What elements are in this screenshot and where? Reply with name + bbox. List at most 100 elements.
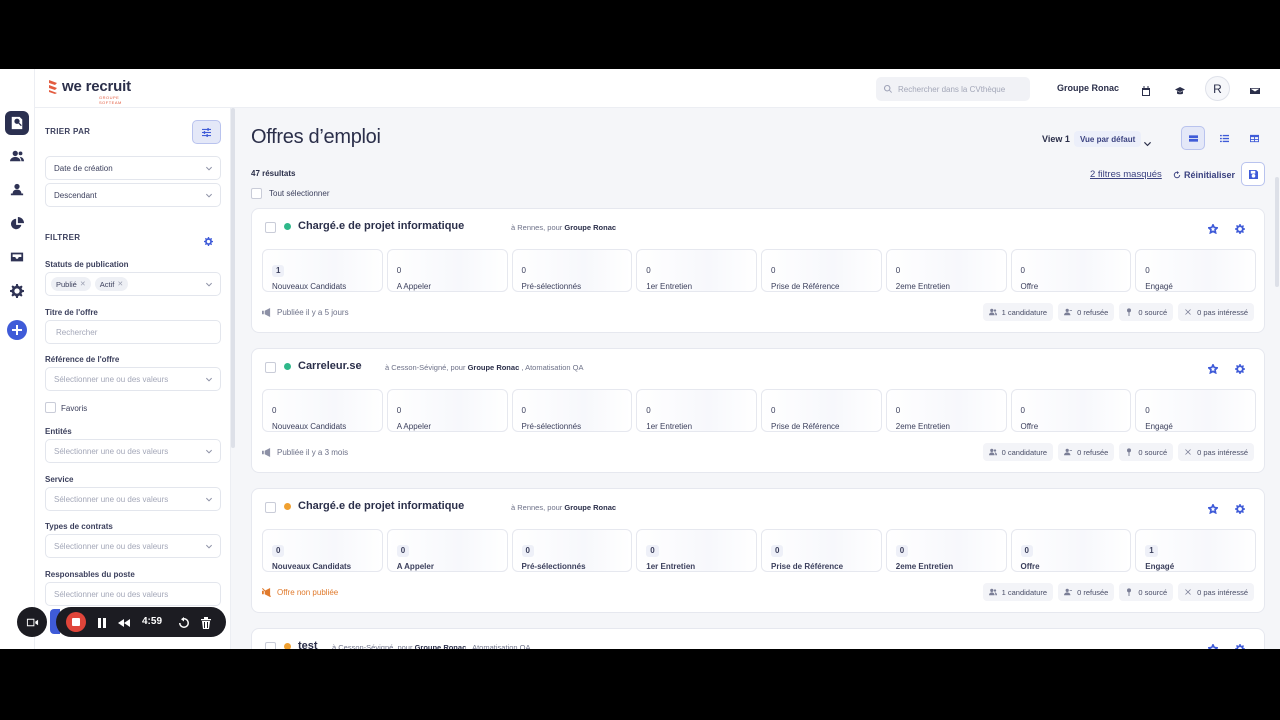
remove-tag-icon[interactable]: ✕ xyxy=(117,280,123,288)
pipeline-stage[interactable]: 1 Engagé xyxy=(1135,529,1256,572)
rail-analytics-button[interactable] xyxy=(5,212,29,236)
cv-search-input[interactable] xyxy=(898,84,1028,94)
service-select[interactable]: Sélectionner une ou des valeurs xyxy=(45,487,221,511)
managers-select[interactable]: Sélectionner une ou des valeurs xyxy=(45,582,221,606)
pipeline-stage[interactable]: 0 A Appeler xyxy=(386,389,508,432)
not-interested-stat[interactable]: 0 pas intéressé xyxy=(1178,303,1254,321)
contract-types-select[interactable]: Sélectionner une ou des valeurs xyxy=(45,534,221,558)
pause-button[interactable] xyxy=(96,616,108,628)
pipeline-stage[interactable]: 0 2eme Entretien xyxy=(885,529,1007,572)
job-card[interactable]: Chargé.e de projet informatique à Rennes,… xyxy=(251,488,1265,613)
applications-stat[interactable]: 1 candidature xyxy=(982,583,1054,601)
delete-recording-button[interactable] xyxy=(200,616,212,629)
pipeline-stage[interactable]: 0 1er Entretien xyxy=(636,249,757,292)
camera-toggle-button[interactable] xyxy=(17,607,47,637)
job-settings-button[interactable] xyxy=(1235,641,1245,649)
hidden-filters-link[interactable]: 2 filtres masqués xyxy=(1090,169,1162,180)
calendar-button[interactable] xyxy=(1141,83,1151,96)
offer-ref-select[interactable]: Sélectionner une ou des valeurs xyxy=(45,367,221,391)
pipeline-stage[interactable]: 0 Pré-sélectionnés xyxy=(511,249,633,292)
job-settings-button[interactable] xyxy=(1235,221,1245,234)
not-interested-stat[interactable]: 0 pas intéressé xyxy=(1178,583,1254,601)
sort-field-select[interactable]: Date de création xyxy=(45,156,221,180)
pipeline-stage[interactable]: 0 Offre xyxy=(1010,389,1132,432)
pipeline-stage[interactable]: 0 Offre xyxy=(1010,529,1132,572)
brand-logo[interactable]: we recruit GROUPE SOFTEAM xyxy=(47,78,131,105)
card-view-button[interactable] xyxy=(1181,126,1205,150)
job-settings-button[interactable] xyxy=(1235,501,1245,514)
rail-inbox-button[interactable] xyxy=(5,245,29,269)
favorite-button[interactable] xyxy=(1206,501,1220,515)
job-title[interactable]: Chargé.e de projet informatique xyxy=(298,220,464,232)
messages-button[interactable] xyxy=(1250,83,1260,94)
entities-select[interactable]: Sélectionner une ou des valeurs xyxy=(45,439,221,463)
job-title[interactable]: Carreleur.se xyxy=(298,360,362,372)
applications-stat[interactable]: 1 candidature xyxy=(982,303,1054,321)
select-all-checkbox[interactable] xyxy=(251,188,262,199)
job-title[interactable]: test xyxy=(298,640,318,649)
pipeline-stage[interactable]: 0 2eme Entretien xyxy=(885,249,1007,292)
refused-stat[interactable]: 0 refusée xyxy=(1058,443,1115,461)
company-switcher[interactable]: Groupe Ronac xyxy=(1057,83,1119,93)
sidebar-scrollbar[interactable] xyxy=(231,108,235,448)
rail-settings-button[interactable] xyxy=(5,279,29,303)
sort-options-button[interactable] xyxy=(192,120,221,144)
view-dropdown-button[interactable] xyxy=(1144,135,1151,147)
publication-tag[interactable]: Publié ✕ xyxy=(51,277,91,291)
rewind-button[interactable] xyxy=(118,616,130,628)
pipeline-stage[interactable]: 0 Offre xyxy=(1010,249,1132,292)
pipeline-stage[interactable]: 0 Engagé xyxy=(1135,389,1256,432)
pipeline-stage[interactable]: 0 Prise de Référence xyxy=(761,389,882,432)
job-title[interactable]: Chargé.e de projet informatique xyxy=(298,500,464,512)
rail-pool-button[interactable] xyxy=(5,178,29,202)
favorite-button[interactable] xyxy=(1206,361,1220,375)
reset-button[interactable]: Réinitialiser xyxy=(1173,170,1235,180)
job-select-checkbox[interactable] xyxy=(265,222,276,233)
view-default-badge[interactable]: Vue par défaut xyxy=(1074,131,1142,147)
pipeline-stage[interactable]: 0 A Appeler xyxy=(386,249,508,292)
pipeline-stage[interactable]: 0 Pré-sélectionnés xyxy=(511,529,633,572)
not-interested-stat[interactable]: 0 pas intéressé xyxy=(1178,443,1254,461)
job-card[interactable]: Carreleur.se à Cesson-Sévigné, pour Group… xyxy=(251,348,1265,473)
job-select-checkbox[interactable] xyxy=(265,502,276,513)
pipeline-stage[interactable]: 0 1er Entretien xyxy=(636,529,757,572)
remove-tag-icon[interactable]: ✕ xyxy=(80,280,86,288)
job-select-checkbox[interactable] xyxy=(265,362,276,373)
job-card[interactable]: test à Cesson-Sévigné, pour Groupe Ronac … xyxy=(251,628,1265,649)
pipeline-stage[interactable]: 0 Engagé xyxy=(1135,249,1256,292)
sourced-stat[interactable]: 0 sourcé xyxy=(1119,303,1174,321)
filter-settings-button[interactable] xyxy=(204,233,213,246)
academy-button[interactable] xyxy=(1175,83,1185,95)
sourced-stat[interactable]: 0 sourcé xyxy=(1119,443,1174,461)
pipeline-stage[interactable]: 0 A Appeler xyxy=(386,529,508,572)
job-select-checkbox[interactable] xyxy=(265,642,276,649)
rail-candidates-button[interactable] xyxy=(5,144,29,168)
pipeline-stage[interactable]: 0 Nouveaux Candidats xyxy=(262,389,383,432)
list-view-button[interactable] xyxy=(1212,126,1236,150)
rail-jobs-button[interactable] xyxy=(5,111,29,135)
publication-tag[interactable]: Actif ✕ xyxy=(94,277,129,291)
refused-stat[interactable]: 0 refusée xyxy=(1058,303,1115,321)
restart-button[interactable] xyxy=(178,616,190,628)
sourced-stat[interactable]: 0 sourcé xyxy=(1119,583,1174,601)
sort-order-select[interactable]: Descendant xyxy=(45,183,221,207)
publication-status-select[interactable]: Publié ✕ Actif ✕ xyxy=(45,272,221,296)
job-settings-button[interactable] xyxy=(1235,361,1245,374)
main-scrollbar[interactable] xyxy=(1275,177,1279,287)
pipeline-stage[interactable]: 0 Nouveaux Candidats xyxy=(262,529,383,572)
table-view-button[interactable] xyxy=(1242,126,1266,150)
offer-title-input[interactable] xyxy=(56,327,206,337)
stop-recording-button[interactable] xyxy=(66,612,86,632)
pipeline-stage[interactable]: 0 1er Entretien xyxy=(636,389,757,432)
refused-stat[interactable]: 0 refusée xyxy=(1058,583,1115,601)
applications-stat[interactable]: 0 candidature xyxy=(982,443,1054,461)
pipeline-stage[interactable]: 1 Nouveaux Candidats xyxy=(262,249,383,292)
pipeline-stage[interactable]: 0 Prise de Référence xyxy=(761,249,882,292)
offer-title-field[interactable] xyxy=(45,320,221,344)
save-view-button[interactable] xyxy=(1241,162,1265,186)
favorites-checkbox[interactable] xyxy=(45,402,56,413)
user-avatar[interactable]: R xyxy=(1205,76,1230,101)
pipeline-stage[interactable]: 0 Prise de Référence xyxy=(761,529,882,572)
rail-add-button[interactable] xyxy=(7,320,27,340)
favorite-button[interactable] xyxy=(1206,641,1220,649)
